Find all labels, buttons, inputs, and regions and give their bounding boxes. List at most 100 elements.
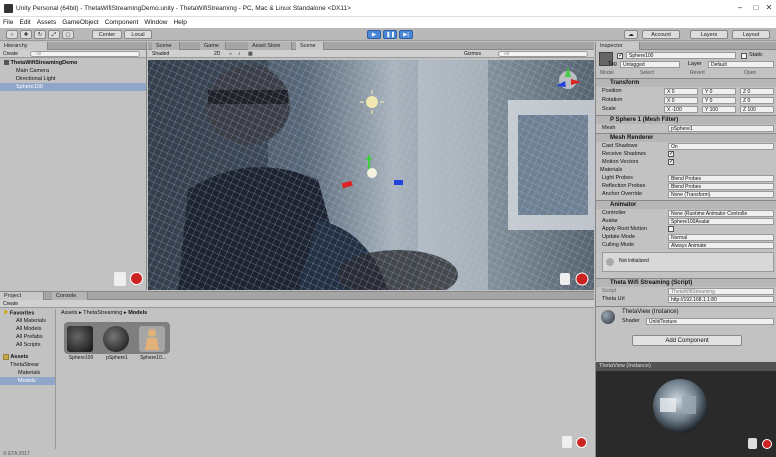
breadcrumb-models[interactable]: Models <box>128 310 147 316</box>
theta-url-input[interactable]: http://192.168.1.1:80 <box>668 296 774 303</box>
folder-thetastreaming[interactable]: ThetaStrear <box>0 361 39 369</box>
tab-scene-2[interactable]: Scene <box>296 42 324 50</box>
pivot-local-button[interactable]: Local <box>124 30 152 39</box>
scale-tool-icon[interactable]: ⤢ <box>48 30 60 39</box>
transform-header[interactable]: Transform <box>596 78 776 87</box>
scale-y-input[interactable]: Y 100 <box>702 106 736 113</box>
anchor-override-field[interactable]: None (Transform) <box>668 191 774 198</box>
menu-edit[interactable]: Edit <box>16 17 33 26</box>
scene-root-row[interactable]: ThetaWifiStreamingDemo <box>0 59 146 67</box>
menu-assets[interactable]: Assets <box>34 17 60 26</box>
object-name-input[interactable]: Sphere100 <box>626 52 736 59</box>
cast-shadows-dropdown[interactable]: On <box>668 143 774 150</box>
folder-materials[interactable]: Materials <box>0 369 40 377</box>
scale-x-input[interactable]: X -100 <box>664 106 698 113</box>
favorite-all-scripts[interactable]: All Scripts <box>0 341 40 349</box>
tab-console[interactable]: Console <box>52 292 88 300</box>
motion-vectors-checkbox[interactable]: ✓ <box>668 159 674 165</box>
cloud-icon[interactable]: ☁ <box>624 30 638 39</box>
light-probes-dropdown[interactable]: Blend Probes <box>668 175 774 182</box>
add-component-button[interactable]: Add Component <box>632 335 742 346</box>
rect-tool-icon[interactable]: ▢ <box>62 30 74 39</box>
play-icon[interactable]: ▶ <box>367 30 381 39</box>
active-checkbox[interactable]: ✓ <box>617 53 623 59</box>
transform-handle-icon[interactable] <box>367 168 377 178</box>
record-icon[interactable] <box>575 272 589 286</box>
directional-light-gizmo-icon[interactable] <box>366 96 378 108</box>
pivot-center-button[interactable]: Center <box>92 30 122 39</box>
tab-inspector[interactable]: Inspector <box>596 42 640 50</box>
position-y-input[interactable]: Y 0 <box>702 88 736 95</box>
close-icon[interactable]: ✕ <box>762 2 776 14</box>
menu-window[interactable]: Window <box>141 17 170 26</box>
menu-component[interactable]: Component <box>102 17 142 26</box>
hierarchy-record-icon[interactable] <box>130 272 143 285</box>
project-record-icon[interactable] <box>576 437 587 448</box>
tab-project[interactable]: Project <box>0 292 44 300</box>
asset-psphere1-icon[interactable] <box>103 326 129 352</box>
minimize-icon[interactable]: – <box>733 2 747 14</box>
menu-help[interactable]: Help <box>170 17 189 26</box>
script-header[interactable]: Theta Wifi Streaming (Script) <box>596 278 776 287</box>
pause-icon[interactable]: ❚❚ <box>383 30 397 39</box>
materials-foldout[interactable]: Materials <box>600 166 622 174</box>
asset-sphere100-icon[interactable] <box>67 326 93 352</box>
hierarchy-search-input[interactable]: All <box>30 51 140 57</box>
tab-game[interactable]: Game <box>200 42 226 50</box>
reflection-probes-dropdown[interactable]: Blend Probes <box>668 183 774 190</box>
rotate-tool-icon[interactable]: ↻ <box>34 30 46 39</box>
favorite-all-prefabs[interactable]: All Prefabs <box>0 333 43 341</box>
rotation-z-input[interactable]: Z 0 <box>740 97 774 104</box>
maximize-icon[interactable]: □ <box>749 2 763 14</box>
favorites-row[interactable]: ★ Favorites <box>0 309 34 317</box>
step-icon[interactable]: ▶| <box>399 30 413 39</box>
audio-toggle-icon[interactable]: ♪ <box>238 51 241 57</box>
menu-file[interactable]: File <box>0 17 16 26</box>
receive-shadows-checkbox[interactable]: ✓ <box>668 151 674 157</box>
effects-toggle-icon[interactable]: ▦ <box>248 51 253 57</box>
scene-view[interactable] <box>148 60 594 290</box>
favorite-all-models[interactable]: All Models <box>0 325 41 333</box>
rotation-y-input[interactable]: Y 0 <box>702 97 736 104</box>
layout-dropdown[interactable]: Layout <box>732 30 770 39</box>
update-mode-dropdown[interactable]: Normal <box>668 234 774 241</box>
breadcrumb-thetastreaming[interactable]: ThetaStreaming <box>83 310 122 316</box>
model-button-revert[interactable]: Revert <box>690 69 705 77</box>
hierarchy-audio-icon[interactable] <box>114 272 126 286</box>
hierarchy-item-main-camera[interactable]: Main Camera <box>0 67 49 75</box>
shader-dropdown[interactable]: Unlit/Texture <box>646 318 774 325</box>
hierarchy-item-directional-light[interactable]: Directional Light <box>0 75 55 83</box>
apply-root-motion-checkbox[interactable] <box>668 226 674 232</box>
assets-root-row[interactable]: Assets <box>0 353 28 361</box>
mesh-renderer-header[interactable]: Mesh Renderer <box>596 133 776 142</box>
position-x-input[interactable]: X 0 <box>664 88 698 95</box>
script-field[interactable]: ThetaWifiStreaming <box>668 288 774 295</box>
model-button-select[interactable]: Select <box>640 69 654 77</box>
hand-tool-icon[interactable]: ○ <box>6 30 18 39</box>
scale-z-input[interactable]: Z 100 <box>740 106 774 113</box>
position-z-input[interactable]: Z 0 <box>740 88 774 95</box>
tab-scene-1[interactable]: Scene <box>152 42 180 50</box>
lighting-toggle-icon[interactable]: ☼ <box>228 51 233 57</box>
preview-record-icon[interactable] <box>762 439 772 449</box>
layers-dropdown[interactable]: Layers <box>690 30 728 39</box>
gizmos-dropdown[interactable]: Gizmos <box>464 51 481 57</box>
audio-listener-icon[interactable] <box>560 273 570 285</box>
tab-asset-store[interactable]: Asset Store <box>248 42 292 50</box>
shading-mode-dropdown[interactable]: Shaded <box>152 51 169 57</box>
model-button-model[interactable]: Model <box>600 69 614 77</box>
breadcrumb-assets[interactable]: Assets <box>61 310 78 316</box>
controller-field[interactable]: None (Runtime Animator Controlle <box>668 210 774 217</box>
avatar-field[interactable]: Sphere100Avatar <box>668 218 774 225</box>
culling-mode-dropdown[interactable]: Always Animate <box>668 242 774 249</box>
tag-dropdown[interactable]: Untagged <box>620 61 680 68</box>
favorite-all-materials[interactable]: All Materials <box>0 317 46 325</box>
hierarchy-create-button[interactable]: Create <box>3 51 18 57</box>
account-dropdown[interactable]: Account <box>642 30 680 39</box>
asset-avatar-icon[interactable] <box>139 326 165 352</box>
hierarchy-item-sphere100[interactable]: Sphere100 <box>0 83 146 91</box>
static-checkbox[interactable] <box>741 53 747 59</box>
preview-audio-icon[interactable] <box>748 438 757 449</box>
tab-hierarchy[interactable]: Hierarchy <box>0 42 48 50</box>
project-audio-icon[interactable] <box>562 436 572 448</box>
